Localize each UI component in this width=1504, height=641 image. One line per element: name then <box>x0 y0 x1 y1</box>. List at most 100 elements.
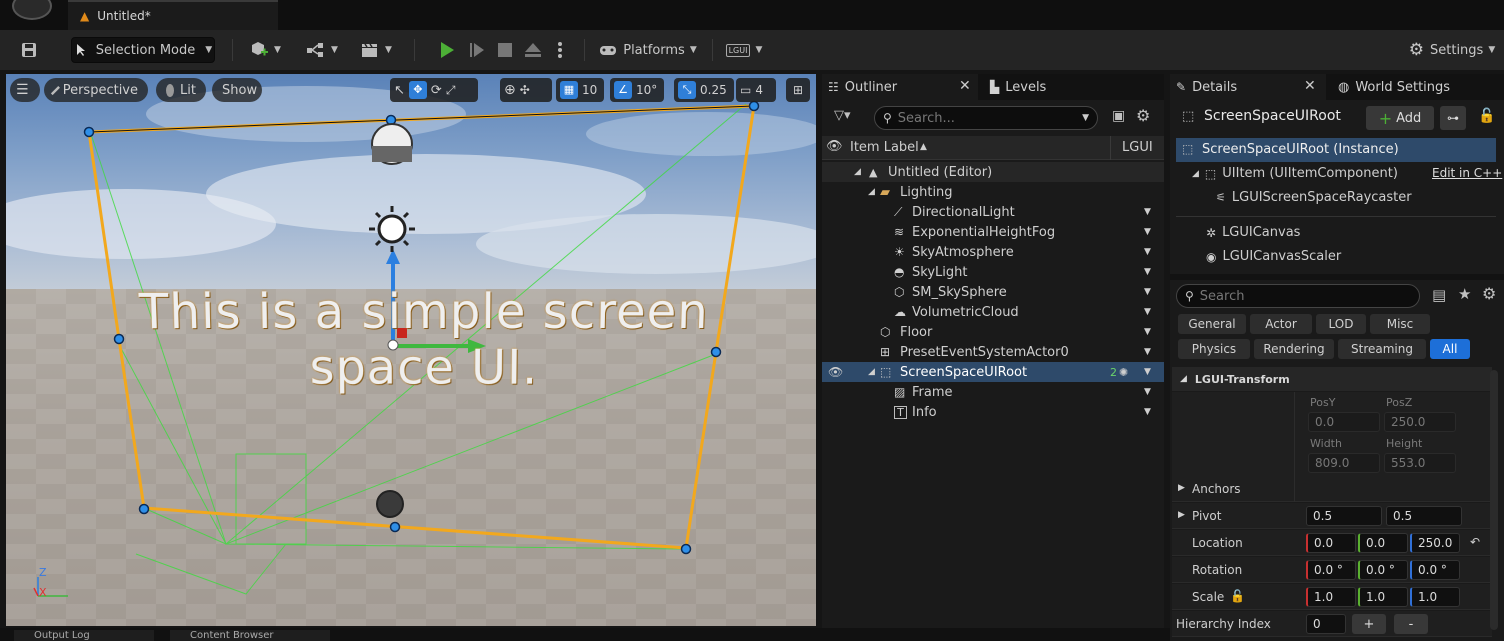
tab-levels[interactable]: ▙ Levels <box>984 74 1104 100</box>
stop-icon[interactable] <box>492 37 518 63</box>
eject-icon[interactable] <box>520 37 546 63</box>
outliner-row-volumetriccloud[interactable]: ☁ VolumetricCloud ▼ <box>822 302 1164 322</box>
pos-y-field[interactable]: 0.0 <box>1308 412 1380 432</box>
reset-icon[interactable]: ↶ <box>1470 535 1480 549</box>
details-settings-icon[interactable]: ⚙ <box>1482 284 1496 303</box>
hierarchy-decrement-button[interactable]: - <box>1394 614 1428 634</box>
close-details-icon[interactable]: ✕ <box>1304 78 1316 94</box>
outliner-row-skysphere[interactable]: ⬡ SM_SkySphere ▼ <box>822 282 1164 302</box>
outliner-row-fog[interactable]: ≋ ExponentialHeightFog ▼ <box>822 222 1164 242</box>
outliner-row-skylight[interactable]: ◓ SkyLight ▼ <box>822 262 1164 282</box>
viewport-menu-button[interactable]: ☰ <box>10 78 40 102</box>
pivot-x-field[interactable]: 0.5 <box>1306 506 1382 526</box>
content-browser-tab[interactable]: Content Browser <box>170 630 330 641</box>
scale-tool-icon[interactable]: ⤢ <box>446 83 456 98</box>
lock-icon[interactable]: 🔓 <box>1478 108 1495 124</box>
lgui-dropdown[interactable]: LGUI ▼ <box>724 37 764 63</box>
location-z-field[interactable]: 250.0 <box>1410 533 1460 553</box>
hierarchy-index-field[interactable]: 0 <box>1306 614 1346 634</box>
row-dropdown-icon[interactable]: ▼ <box>1144 267 1151 277</box>
close-outliner-icon[interactable]: ✕ <box>959 78 971 94</box>
row-dropdown-icon[interactable]: ▼ <box>1144 247 1151 257</box>
component-uiitem[interactable]: ◢ ⬚ UIItem (UIItemComponent) <box>1192 166 1398 181</box>
pos-z-field[interactable]: 250.0 <box>1384 412 1456 432</box>
filter-all[interactable]: All <box>1430 339 1470 359</box>
translate-tool-icon[interactable]: ✥ <box>408 81 427 99</box>
level-viewport[interactable]: This is a simple screen space UI. Z X ☰ … <box>6 74 816 626</box>
rotation-y-field[interactable]: 0.0 ° <box>1358 560 1408 580</box>
row-dropdown-icon[interactable]: ▼ <box>1144 367 1151 377</box>
filter-icon[interactable]: ▽▾ <box>834 108 851 123</box>
filter-actor[interactable]: Actor <box>1250 314 1312 334</box>
world-coords-icon[interactable]: ⊕ <box>504 82 516 98</box>
location-x-field[interactable]: 0.0 <box>1306 533 1356 553</box>
actor-name[interactable]: ScreenSpaceUIRoot <box>1204 108 1341 124</box>
settings-dropdown[interactable]: ⚙ Settings ▼ <box>1402 37 1502 63</box>
favorite-star-icon[interactable]: ★ <box>1458 285 1471 303</box>
edit-in-cpp-link[interactable]: Edit in C++ <box>1432 166 1502 180</box>
rotate-tool-icon[interactable]: ⟳ <box>431 83 442 98</box>
grid-snap-control[interactable]: ▦ 10 <box>556 78 604 102</box>
add-folder-icon[interactable]: ▣ <box>1112 108 1125 124</box>
anchors-row[interactable]: ▶ Anchors <box>1172 476 1492 502</box>
outliner-row-untitled[interactable]: ◢ ▲ Untitled (Editor) <box>822 162 1164 182</box>
rotation-x-field[interactable]: 0.0 ° <box>1306 560 1356 580</box>
play-options-icon[interactable] <box>550 37 570 63</box>
component-lguicanvas[interactable]: ✲ LGUICanvas <box>1206 225 1300 240</box>
outliner-row-screenspaceuiroot[interactable]: 👁 ◢ ⬚ ScreenSpaceUIRoot 2 ✺ ▼ <box>822 362 1164 382</box>
tab-details[interactable]: ✎ Details <box>1170 74 1326 100</box>
output-log-tab[interactable]: Output Log <box>14 630 154 641</box>
hierarchy-increment-button[interactable]: + <box>1352 614 1386 634</box>
advance-frame-icon[interactable] <box>464 37 490 63</box>
filter-streaming[interactable]: Streaming <box>1338 339 1426 359</box>
row-dropdown-icon[interactable]: ▼ <box>1144 307 1151 317</box>
add-component-button[interactable]: + Add <box>1366 106 1434 130</box>
details-scrollbar[interactable] <box>1490 370 1498 630</box>
item-label-column[interactable]: Item Label <box>850 140 919 155</box>
outliner-row-eventsystem[interactable]: ⊞ PresetEventSystemActor0 ▼ <box>822 342 1164 362</box>
scale-x-field[interactable]: 1.0 <box>1306 587 1356 607</box>
details-search-input[interactable]: ⚲ Search <box>1176 284 1420 308</box>
outliner-row-lighting[interactable]: ◢ ▰ Lighting <box>822 182 1164 202</box>
filter-lod[interactable]: LOD <box>1316 314 1366 334</box>
outliner-row-frame[interactable]: ▨ Frame ▼ <box>822 382 1164 402</box>
platforms-dropdown[interactable]: Platforms ▼ <box>598 37 698 63</box>
type-column[interactable]: LGUI <box>1122 140 1153 155</box>
table-view-icon[interactable]: ▤ <box>1432 286 1446 304</box>
filter-physics[interactable]: Physics <box>1178 339 1250 359</box>
pivot-y-field[interactable]: 0.5 <box>1386 506 1462 526</box>
scale-y-field[interactable]: 1.0 <box>1358 587 1408 607</box>
scale-lock-icon[interactable]: 🔓 <box>1230 589 1245 603</box>
outliner-row-floor[interactable]: ⬡ Floor ▼ <box>822 322 1164 342</box>
component-instance-row[interactable]: ⬚ ScreenSpaceUIRoot (Instance) <box>1176 138 1496 162</box>
filter-general[interactable]: General <box>1178 314 1246 334</box>
save-icon[interactable] <box>16 37 42 63</box>
outliner-row-directionallight[interactable]: ⟋ DirectionalLight ▼ <box>822 202 1164 222</box>
add-actor-icon[interactable]: ▼ <box>244 37 286 63</box>
cinematics-icon[interactable]: ▼ <box>356 37 396 63</box>
level-tab[interactable]: ▲ Untitled* <box>68 0 278 30</box>
outliner-row-info[interactable]: T Info ▼ <box>822 402 1164 422</box>
location-y-field[interactable]: 0.0 <box>1358 533 1408 553</box>
row-dropdown-icon[interactable]: ▼ <box>1144 407 1151 417</box>
row-dropdown-icon[interactable]: ▼ <box>1144 327 1151 337</box>
layout-button[interactable]: ⊞ <box>786 78 810 102</box>
row-dropdown-icon[interactable]: ▼ <box>1144 207 1151 217</box>
blueprint-button[interactable]: ⊶ <box>1440 106 1466 130</box>
show-button[interactable]: Show <box>212 78 262 102</box>
rotation-z-field[interactable]: 0.0 ° <box>1410 560 1460 580</box>
lgui-transform-section[interactable]: ◢ LGUI-Transform <box>1172 367 1492 391</box>
select-tool-icon[interactable]: ↖ <box>394 83 405 98</box>
filter-misc[interactable]: Misc <box>1370 314 1430 334</box>
play-button[interactable] <box>434 37 460 63</box>
component-canvasscaler[interactable]: ◉ LGUICanvasScaler <box>1206 249 1341 264</box>
width-field[interactable]: 809.0 <box>1308 453 1380 473</box>
row-dropdown-icon[interactable]: ▼ <box>1144 347 1151 357</box>
scale-z-field[interactable]: 1.0 <box>1410 587 1460 607</box>
selection-mode-dropdown[interactable]: Selection Mode ▼ <box>71 37 215 63</box>
outliner-search-input[interactable]: ⚲ Search... ▼ <box>874 106 1098 130</box>
rotation-snap-control[interactable]: ∠ 10° <box>610 78 664 102</box>
component-raycaster[interactable]: ⚟ LGUIScreenSpaceRaycaster <box>1216 190 1412 205</box>
blueprint-icon[interactable]: ▼ <box>302 37 342 63</box>
scale-snap-control[interactable]: ⤡ 0.25 <box>674 78 734 102</box>
